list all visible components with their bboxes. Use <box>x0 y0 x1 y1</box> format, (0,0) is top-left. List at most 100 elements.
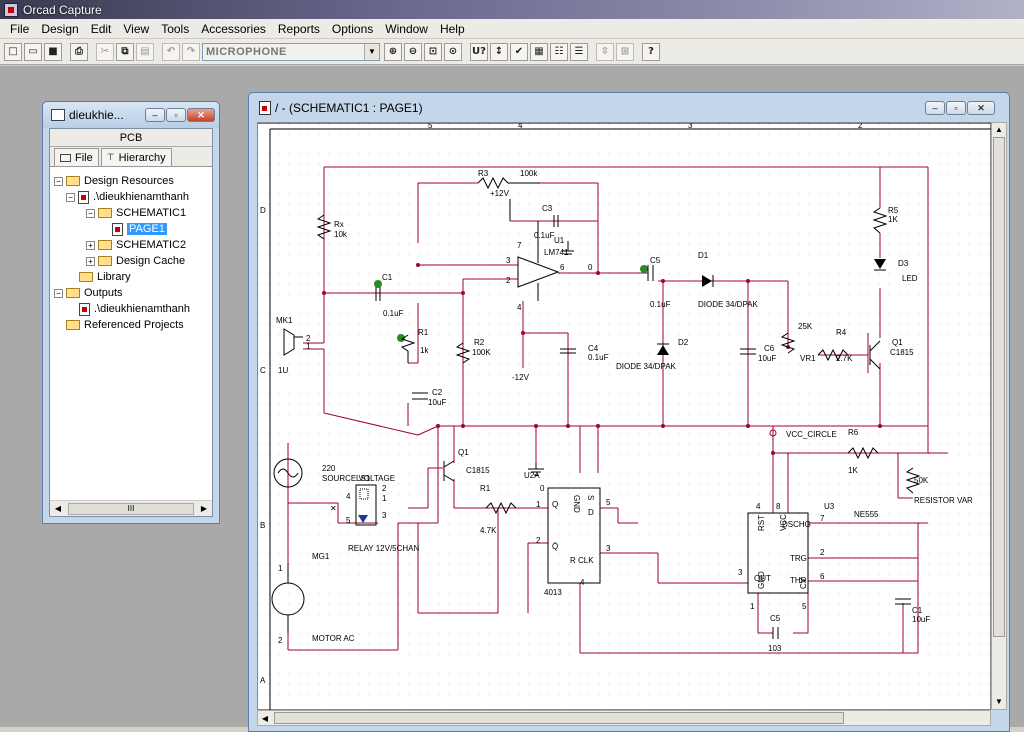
back-annotate-icon[interactable]: ↕ <box>490 42 508 61</box>
scroll-right-icon[interactable]: ▶ <box>196 504 212 513</box>
expand-icon[interactable]: + <box>86 240 95 250</box>
hscroll-thumb[interactable] <box>274 712 844 724</box>
annotate-icon[interactable]: U? <box>470 42 488 61</box>
tree-item-output-file[interactable]: .\dieukhienamthanh <box>79 301 190 317</box>
border-row-label: C <box>260 366 266 375</box>
maximize-button[interactable]: ▫ <box>946 100 966 115</box>
pin-qbar: Q̄ <box>552 542 558 551</box>
menu-accessories[interactable]: Accessories <box>195 22 272 36</box>
tree-item-page1[interactable]: PAGE1 <box>112 221 167 237</box>
menu-design[interactable]: Design <box>35 22 84 36</box>
tree-item-referenced-projects[interactable]: Referenced Projects <box>66 317 184 333</box>
tree-label: PAGE1 <box>127 223 167 235</box>
schematic-drawing[interactable]: 5 4 3 2 D C B A 326 074 U1 LM741 R3 100k… <box>258 121 992 711</box>
new-icon[interactable]: □ <box>4 42 22 61</box>
menu-options[interactable]: Options <box>326 22 379 36</box>
tab-file[interactable]: File <box>54 148 99 166</box>
svg-text:1: 1 <box>382 494 387 503</box>
menu-tools[interactable]: Tools <box>155 22 195 36</box>
menu-help[interactable]: Help <box>434 22 471 36</box>
tree-item-library[interactable]: Library <box>79 269 131 285</box>
menu-window[interactable]: Window <box>379 22 434 36</box>
r2-value: 100K <box>472 348 491 357</box>
c4-value: 0.1uF <box>588 353 609 362</box>
copy-icon[interactable]: ⧉ <box>116 42 134 61</box>
scroll-thumb[interactable]: III <box>68 502 194 515</box>
svg-text:0: 0 <box>588 263 593 272</box>
paste-icon[interactable]: ▤ <box>136 42 154 61</box>
close-button[interactable]: ✕ <box>187 108 215 122</box>
tree-item-design-file[interactable]: − .\dieukhienamthanh <box>66 189 189 205</box>
toolbar: □ ▭ ■ ⎙ ✂ ⧉ ▤ ↶ ↷ MICROPHONE ▼ ⊕ ⊖ ⊡ ⊙ U… <box>0 39 1024 65</box>
schematic-hscrollbar[interactable]: ◀ <box>257 710 991 726</box>
probe-marker <box>374 280 382 288</box>
menu-edit[interactable]: Edit <box>85 22 118 36</box>
close-button[interactable]: ✕ <box>967 100 995 115</box>
c3-ref: C3 <box>542 204 553 213</box>
project-panel: PCB File ⊤ Hierarchy − Design Resources … <box>49 128 213 517</box>
project-hscrollbar[interactable]: ◀ III ▶ <box>50 500 212 516</box>
svg-text:3: 3 <box>382 511 387 520</box>
menu-view[interactable]: View <box>117 22 155 36</box>
help-icon[interactable]: ? <box>642 42 660 61</box>
drc-icon[interactable]: ✔ <box>510 42 528 61</box>
schematic-window-titlebar[interactable]: / - (SCHEMATIC1 : PAGE1) – ▫ ✕ <box>249 93 1009 122</box>
zoom-out-icon[interactable]: ⊖ <box>404 42 422 61</box>
bom-icon[interactable]: ☰ <box>570 42 588 61</box>
cut-icon[interactable]: ✂ <box>96 42 114 61</box>
netlist-icon[interactable]: ▦ <box>530 42 548 61</box>
part-combo[interactable]: MICROPHONE ▼ <box>202 42 380 61</box>
project-manager-icon[interactable]: ⊞ <box>616 42 634 61</box>
c5-ref: C5 <box>650 256 661 265</box>
zoom-in-icon[interactable]: ⊕ <box>384 42 402 61</box>
chevron-down-icon[interactable]: ▼ <box>364 43 379 60</box>
collapse-icon[interactable]: − <box>54 176 63 186</box>
scroll-left-icon[interactable]: ◀ <box>258 714 272 723</box>
svg-text:2: 2 <box>382 484 387 493</box>
tree-label: Design Resources <box>84 175 174 187</box>
cross-ref-icon[interactable]: ☷ <box>550 42 568 61</box>
tree-label: .\dieukhienamthanh <box>93 191 190 203</box>
pcb-header: PCB <box>50 129 212 147</box>
tree-item-design-resources[interactable]: − Design Resources <box>54 173 174 189</box>
collapse-icon[interactable]: − <box>66 192 75 202</box>
c1b-ref: C1 <box>912 606 923 615</box>
schematic-vscrollbar[interactable]: ▲ ▼ <box>991 122 1007 710</box>
r6-value: 1K <box>848 466 858 475</box>
collapse-icon[interactable]: − <box>86 208 95 218</box>
zoom-all-icon[interactable]: ⊙ <box>444 42 462 61</box>
part-combo-value: MICROPHONE <box>206 45 287 58</box>
redo-icon[interactable]: ↷ <box>182 42 200 61</box>
menu-file[interactable]: File <box>4 22 35 36</box>
minimize-button[interactable]: – <box>925 100 945 115</box>
r2-ref: R2 <box>474 338 485 347</box>
svg-text:2: 2 <box>278 636 283 645</box>
tab-hierarchy[interactable]: ⊤ Hierarchy <box>100 148 172 166</box>
save-icon[interactable]: ■ <box>44 42 62 61</box>
rx-ref: Rx <box>334 220 344 229</box>
project-window-titlebar[interactable]: dieukhie... – ▫ ✕ <box>43 102 219 128</box>
tree-item-outputs[interactable]: − Outputs <box>54 285 123 301</box>
vscroll-thumb[interactable] <box>993 137 1005 637</box>
svg-text:1: 1 <box>306 342 311 351</box>
scroll-left-icon[interactable]: ◀ <box>50 504 66 513</box>
maximize-button[interactable]: ▫ <box>166 108 186 122</box>
r5-ref: R5 <box>888 206 899 215</box>
scroll-down-icon[interactable]: ▼ <box>992 695 1006 709</box>
print-icon[interactable]: ⎙ <box>70 42 88 61</box>
expand-icon[interactable]: + <box>86 256 95 266</box>
undo-icon[interactable]: ↶ <box>162 42 180 61</box>
tree-item-design-cache[interactable]: + Design Cache <box>86 253 185 269</box>
tree-item-schematic2[interactable]: + SCHEMATIC2 <box>86 237 186 253</box>
snap-grid-icon[interactable]: ⇳ <box>596 42 614 61</box>
border-col-label: 5 <box>428 123 433 130</box>
collapse-icon[interactable]: − <box>54 288 63 298</box>
minimize-button[interactable]: – <box>145 108 165 122</box>
d3-ref: D3 <box>898 259 909 268</box>
zoom-area-icon[interactable]: ⊡ <box>424 42 442 61</box>
schematic-canvas[interactable]: 5 4 3 2 D C B A 3 2 6 0 7 4 U1 LM741 R3 … <box>257 121 992 711</box>
tree-item-schematic1[interactable]: − SCHEMATIC1 <box>86 205 186 221</box>
menu-reports[interactable]: Reports <box>272 22 326 36</box>
scroll-up-icon[interactable]: ▲ <box>992 123 1006 137</box>
open-icon[interactable]: ▭ <box>24 42 42 61</box>
